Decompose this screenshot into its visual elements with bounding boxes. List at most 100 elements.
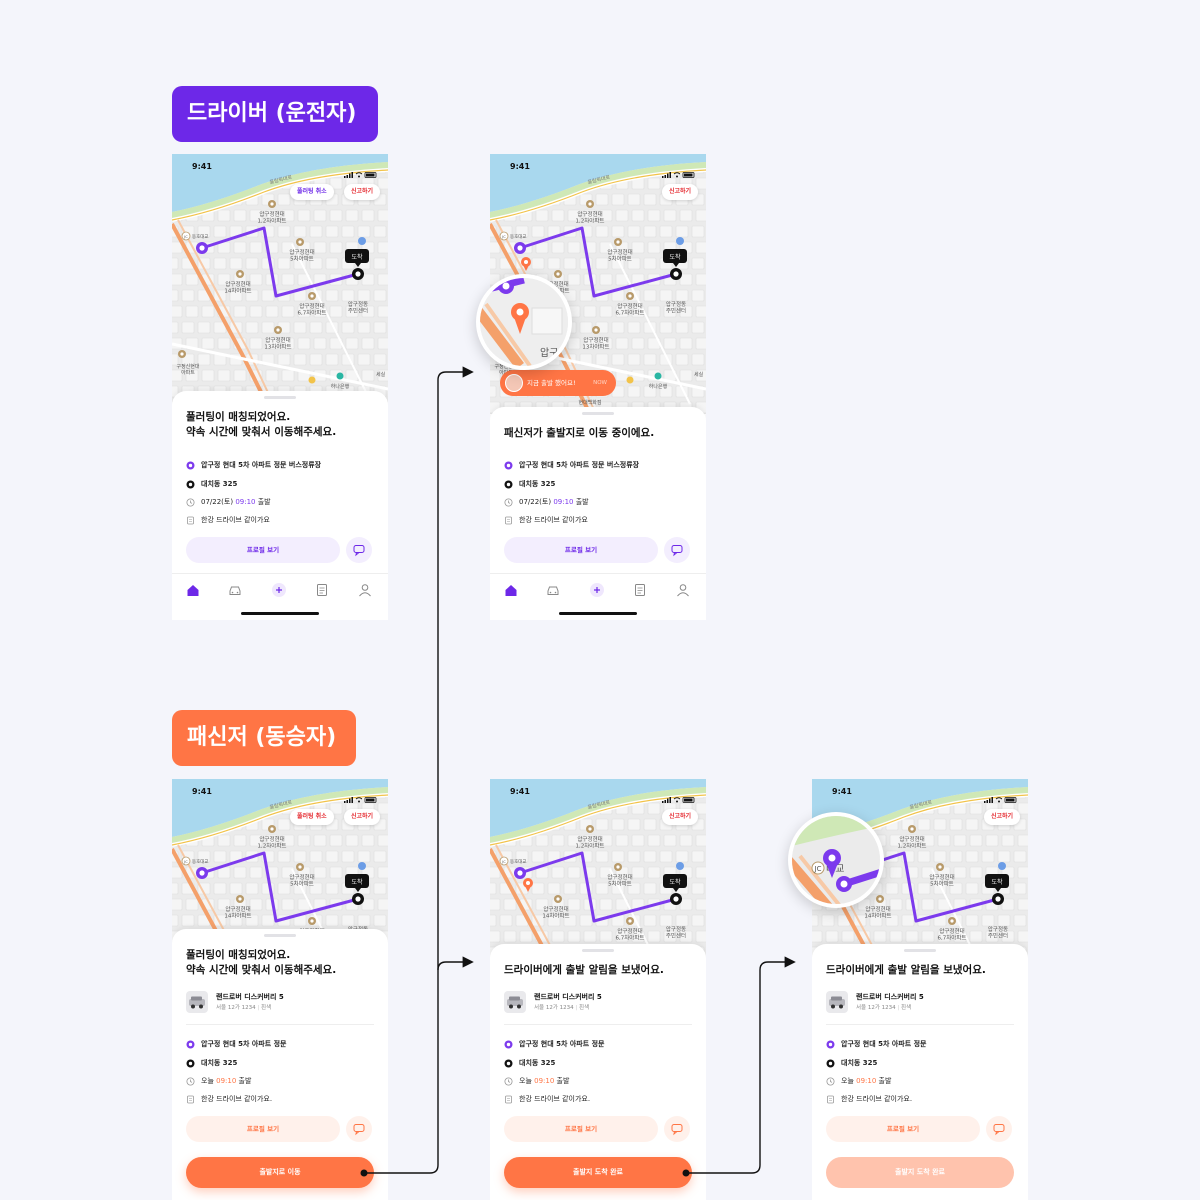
arrived-at-origin-button[interactable]: 출발지 도착 완료 <box>504 1157 692 1188</box>
chat-button[interactable] <box>986 1116 1012 1142</box>
report-chip[interactable]: 신고하기 <box>344 184 381 200</box>
status-time: 9:41 <box>510 162 530 171</box>
map-label: 5차아파트 <box>290 880 314 888</box>
map-label: 13차아파트 <box>264 343 291 351</box>
map-label: 동호대교 <box>192 233 209 240</box>
sheet-handle[interactable] <box>582 949 614 952</box>
cancel-pooling-chip[interactable]: 풀러팅 취소 <box>290 809 334 825</box>
car-icon[interactable] <box>228 582 242 596</box>
chat-button[interactable] <box>346 1116 372 1142</box>
origin-marker <box>514 867 526 879</box>
destination-text: 대치동 325 <box>201 480 238 488</box>
divider <box>504 1024 692 1025</box>
time-prefix: 오늘 <box>841 1077 857 1085</box>
report-chip[interactable]: 신고하기 <box>344 809 381 825</box>
car-icon[interactable] <box>546 582 560 596</box>
go-to-origin-button[interactable]: 출발지로 이동 <box>186 1157 374 1188</box>
map-label: 5차아파트 <box>608 255 632 263</box>
sheet-handle[interactable] <box>904 949 936 952</box>
person-icon[interactable] <box>676 582 690 597</box>
map-label: 6,7차아파트 <box>616 309 645 317</box>
destination-text: 대치동 325 <box>519 480 556 488</box>
chat-icon <box>671 1124 683 1136</box>
map-label: 6,7차아파트 <box>298 309 327 317</box>
time-suffix: 출발 <box>236 1077 252 1085</box>
chat-button[interactable] <box>664 537 690 563</box>
map-label: 주민센터 <box>666 307 686 315</box>
plus-icon[interactable] <box>272 582 286 597</box>
profile-button[interactable]: 프로필 보기 <box>504 537 658 563</box>
battery-icon <box>1004 797 1017 803</box>
poi-icon <box>908 825 916 833</box>
destination-pin-icon <box>826 1059 835 1068</box>
chat-icon <box>353 1124 365 1136</box>
jc-icon: JC <box>181 231 191 241</box>
time-prefix: 오늘 <box>201 1077 217 1085</box>
origin-marker <box>514 242 526 254</box>
document-icon[interactable] <box>315 582 329 596</box>
passenger-screen-matched: 올림픽대로 JC 동호대교 압구정현대 1,2차아파트 압구정현대 5차아파트 압구정현대 14… <box>172 779 388 1200</box>
jc-icon: JC <box>499 856 509 866</box>
car-photo <box>507 996 523 1009</box>
poi-icon <box>296 238 304 246</box>
report-chip[interactable]: 신고하기 <box>984 809 1021 825</box>
map-label: 1,2차아파트 <box>898 842 927 850</box>
report-chip[interactable]: 신고하기 <box>662 184 699 200</box>
map-label: 압구정현대 <box>289 248 314 256</box>
car-name: 랜드로버 디스커버리 5 <box>856 993 924 1001</box>
poi-icon <box>308 292 316 300</box>
time-highlight: 09:10 <box>856 1077 877 1085</box>
status-icons <box>984 788 1018 803</box>
svg-text:JC: JC <box>183 235 188 239</box>
time-row: 07/22(토) 09:10 출발 <box>504 496 589 508</box>
departure-notification[interactable]: 지금 출발 했어요! NOW <box>500 370 616 396</box>
poi-icon <box>268 825 276 833</box>
map-label: 압구정현대 <box>899 835 924 843</box>
profile-button[interactable]: 프로필 보기 <box>186 1116 340 1142</box>
home-icon[interactable] <box>186 582 200 596</box>
time-suffix: 출발 <box>554 1077 570 1085</box>
map-label: 압구정동 <box>666 925 686 933</box>
status-time: 9:41 <box>832 787 852 796</box>
home-icon[interactable] <box>504 582 518 596</box>
car-color: 흰색 <box>261 1005 272 1011</box>
plus-icon[interactable] <box>590 582 604 597</box>
car-plate: 서울 12가 1234 <box>216 1005 256 1011</box>
chat-button[interactable] <box>346 537 372 563</box>
document-icon[interactable] <box>633 582 647 596</box>
origin-row: 압구정 현대 5차 아파트 정문 <box>186 1038 286 1050</box>
map-label: 하나은행 <box>331 383 350 390</box>
report-chip[interactable]: 신고하기 <box>662 809 699 825</box>
profile-button[interactable]: 프로필 보기 <box>504 1116 658 1142</box>
memo-row: 한강 드라이브 같이가요. <box>504 1093 590 1105</box>
time-suffix: 출발 <box>573 498 589 506</box>
map-label: 압구정현대 <box>225 280 250 288</box>
bottom-sheet: 드라이버에게 출발 알림을 보냈어요. 랜드로버 디스커버리 5 서울 12가 … <box>490 944 706 1200</box>
profile-button[interactable]: 프로필 보기 <box>826 1116 980 1142</box>
cancel-pooling-chip[interactable]: 풀러팅 취소 <box>290 184 334 200</box>
poi-icon <box>308 917 316 925</box>
arrived-at-origin-button-disabled[interactable]: 출발지 도착 완료 <box>826 1157 1014 1188</box>
sheet-handle[interactable] <box>264 396 296 399</box>
memo-icon <box>186 516 195 525</box>
time-row: 07/22(토) 09:10 출발 <box>186 496 271 508</box>
sheet-title: 풀러팅이 매칭되었어요. 약속 시간에 맞춰서 이동해주세요. <box>186 411 337 438</box>
wifi-icon <box>673 172 681 178</box>
poi-icon <box>554 895 562 903</box>
poi-icon <box>936 863 944 871</box>
person-icon[interactable] <box>358 582 372 597</box>
poi-icon <box>296 863 304 871</box>
bank-icon <box>336 372 344 380</box>
battery-icon <box>364 797 377 803</box>
map-label: 구정신현대 <box>176 363 199 370</box>
govt-icon <box>676 237 684 245</box>
profile-button[interactable]: 프로필 보기 <box>186 537 340 563</box>
sheet-handle[interactable] <box>582 412 614 415</box>
map-label: 압구정현대 <box>299 302 324 310</box>
status-time: 9:41 <box>192 162 212 171</box>
origin-row: 압구정 현대 5차 아파트 정문 <box>826 1038 926 1050</box>
map-label: 하나은행 <box>649 383 668 390</box>
map-label: 동호대교 <box>510 858 527 865</box>
sheet-handle[interactable] <box>264 934 296 937</box>
chat-button[interactable] <box>664 1116 690 1142</box>
